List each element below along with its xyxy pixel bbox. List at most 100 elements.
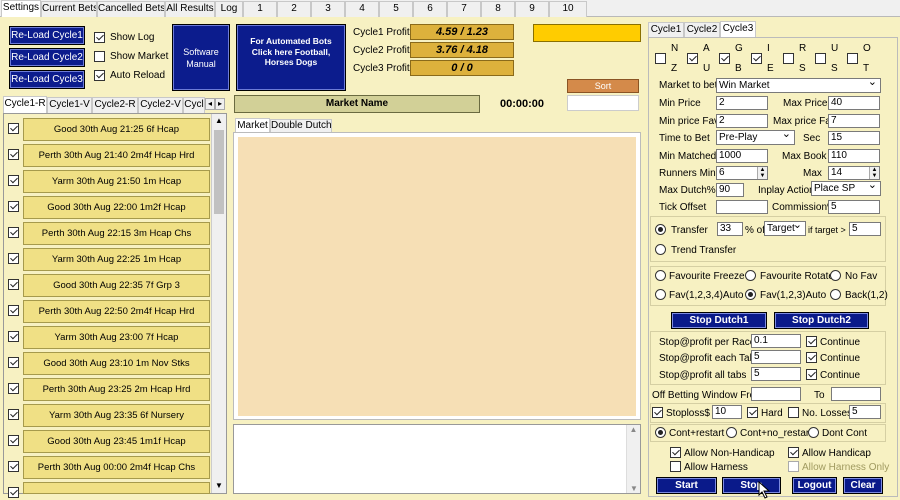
- tab-6[interactable]: 6: [413, 1, 447, 17]
- automated-bots-link[interactable]: For Automated Bots Click here Football, …: [236, 24, 346, 91]
- off-window-from-input[interactable]: [751, 387, 801, 401]
- no-losses-checkbox[interactable]: [788, 407, 799, 418]
- country-au-checkbox[interactable]: [687, 53, 698, 64]
- hard-checkbox[interactable]: [747, 407, 758, 418]
- favourite-rotate-radio[interactable]: [745, 270, 756, 281]
- tab-market[interactable]: Market: [235, 118, 270, 133]
- race-item[interactable]: Good 30th Aug 23:45 1m1f Hcap: [23, 430, 210, 453]
- race-item[interactable]: Perth 30th Aug 22:15 3m Hcap Chs: [23, 222, 210, 245]
- allow-harness-only-checkbox[interactable]: [788, 461, 799, 472]
- race-item[interactable]: Perth 30th Aug 23:25 2m Hcap Hrd: [23, 378, 210, 401]
- stop-dutch1-button[interactable]: Stop Dutch1: [671, 312, 767, 329]
- show-log-checkbox[interactable]: [94, 32, 105, 43]
- tab-9[interactable]: 9: [515, 1, 549, 17]
- tab-cycle3-r[interactable]: Cycl: [183, 97, 205, 113]
- max-price-input[interactable]: 40: [828, 96, 880, 110]
- if-target-input[interactable]: 5: [849, 222, 881, 236]
- tab-cycle1-v[interactable]: Cycle1-V: [47, 97, 92, 113]
- race-checkbox[interactable]: [8, 201, 19, 212]
- race-checkbox[interactable]: [8, 175, 19, 186]
- tab-double-dutch[interactable]: Double Dutch: [270, 119, 332, 133]
- race-checkbox[interactable]: [8, 331, 19, 342]
- tab-cycle3[interactable]: Cycle3: [720, 21, 756, 38]
- stop-profit-all-input[interactable]: 5: [751, 367, 801, 381]
- inplay-action-select[interactable]: Place SP: [811, 181, 881, 196]
- race-item[interactable]: Yarm 30th Aug 23:00 7f Hcap: [23, 326, 210, 349]
- reload-cycle3-button[interactable]: Re-Load Cycle3: [9, 70, 85, 89]
- stoploss-input[interactable]: 10: [712, 405, 742, 419]
- tick-offset-input[interactable]: [716, 200, 768, 214]
- tab-cancelled-bets[interactable]: Cancelled Bets: [97, 1, 165, 17]
- tab-4[interactable]: 4: [345, 1, 379, 17]
- tab-current-bets[interactable]: Current Bets: [41, 1, 97, 17]
- software-manual-button[interactable]: Software Manual: [172, 24, 230, 91]
- allow-handicap-checkbox[interactable]: [788, 447, 799, 458]
- race-checkbox[interactable]: [8, 435, 19, 446]
- tab-settings[interactable]: Settings: [1, 0, 41, 17]
- min-matched-input[interactable]: 1000: [716, 149, 768, 163]
- scroll-up-icon[interactable]: ▲: [212, 114, 226, 128]
- race-checkbox[interactable]: [8, 461, 19, 472]
- tab-cycle2-v[interactable]: Cycle2-V: [138, 97, 183, 113]
- race-item[interactable]: Good 30th Aug 23:10 1m Nov Stks: [23, 352, 210, 375]
- stop-dutch2-button[interactable]: Stop Dutch2: [774, 312, 869, 329]
- race-item[interactable]: Yarm 30th Aug 21:50 1m Hcap: [23, 170, 210, 193]
- logout-button[interactable]: Logout: [792, 477, 837, 494]
- race-item[interactable]: Perth 30th Aug 22:50 2m4f Hcap Hrd: [23, 300, 210, 323]
- tabs-scroll-right-icon[interactable]: ▸: [215, 98, 225, 110]
- commission-input[interactable]: 5: [828, 200, 880, 214]
- scroll-down-icon[interactable]: ▼: [212, 479, 226, 493]
- country-us-checkbox[interactable]: [815, 53, 826, 64]
- race-item[interactable]: Yarm 30th Aug 22:25 1m Hcap: [23, 248, 210, 271]
- max-book-input[interactable]: 110: [828, 149, 880, 163]
- country-ot-checkbox[interactable]: [847, 53, 858, 64]
- tab-cycle1-r[interactable]: Cycle1-R: [3, 96, 47, 113]
- race-checkbox[interactable]: [8, 253, 19, 264]
- country-nz-checkbox[interactable]: [655, 53, 666, 64]
- tab-cycle1[interactable]: Cycle1: [648, 22, 684, 38]
- tab-1[interactable]: 1: [243, 1, 277, 17]
- max-price-fav-input[interactable]: 7: [828, 114, 880, 128]
- race-item[interactable]: Good 30th Aug 21:25 6f Hcap: [23, 118, 210, 141]
- race-item[interactable]: Perth 30th Aug 21:40 2m4f Hcap Hrd: [23, 144, 210, 167]
- tab-2[interactable]: 2: [277, 1, 311, 17]
- off-window-to-input[interactable]: [831, 387, 881, 401]
- market-to-bet-select[interactable]: Win Market: [716, 78, 881, 93]
- cont-restart-radio[interactable]: [655, 427, 666, 438]
- tab-3[interactable]: 3: [311, 1, 345, 17]
- transfer-percent-input[interactable]: 33: [717, 222, 743, 236]
- race-checkbox[interactable]: [8, 487, 19, 498]
- country-rs-checkbox[interactable]: [783, 53, 794, 64]
- sort-button[interactable]: Sort: [567, 79, 639, 93]
- stop-profit-race-input[interactable]: 0.1: [751, 334, 801, 348]
- race-checkbox[interactable]: [8, 409, 19, 420]
- cont-no-restart-radio[interactable]: [726, 427, 737, 438]
- tab-log[interactable]: Log: [215, 1, 243, 17]
- race-checkbox[interactable]: [8, 123, 19, 134]
- country-gb-checkbox[interactable]: [719, 53, 730, 64]
- log-textbox[interactable]: ▲ ▼: [233, 424, 641, 494]
- allow-non-handicap-checkbox[interactable]: [670, 447, 681, 458]
- race-item[interactable]: Good 30th Aug 22:00 1m2f Hcap: [23, 196, 210, 219]
- tab-cycle2-r[interactable]: Cycle2-R: [92, 97, 138, 113]
- race-checkbox[interactable]: [8, 149, 19, 160]
- stop-profit-tab-input[interactable]: 5: [751, 350, 801, 364]
- scroll-thumb[interactable]: [214, 130, 224, 214]
- race-checkbox[interactable]: [8, 305, 19, 316]
- reload-cycle1-button[interactable]: Re-Load Cycle1: [9, 26, 85, 45]
- clear-button[interactable]: Clear: [843, 477, 883, 494]
- stoploss-checkbox[interactable]: [652, 407, 663, 418]
- tab-8[interactable]: 8: [481, 1, 515, 17]
- tab-cycle2[interactable]: Cycle2: [684, 22, 720, 38]
- runners-min-stepper-icon[interactable]: ▲ ▼: [757, 167, 767, 179]
- race-item[interactable]: Perth 30th Aug 00:00 2m4f Hcap Chs: [23, 456, 210, 479]
- log-scrollbar[interactable]: ▲ ▼: [626, 425, 640, 493]
- race-checkbox[interactable]: [8, 383, 19, 394]
- country-ie-checkbox[interactable]: [751, 53, 762, 64]
- min-price-fav-input[interactable]: 2: [716, 114, 768, 128]
- race-item[interactable]: Good 30th Aug 22:35 7f Grp 3: [23, 274, 210, 297]
- race-checkbox[interactable]: [8, 227, 19, 238]
- race-list-scrollbar[interactable]: ▲ ▼: [211, 114, 226, 493]
- tab-10[interactable]: 10: [549, 1, 587, 17]
- show-market-checkbox[interactable]: [94, 51, 105, 62]
